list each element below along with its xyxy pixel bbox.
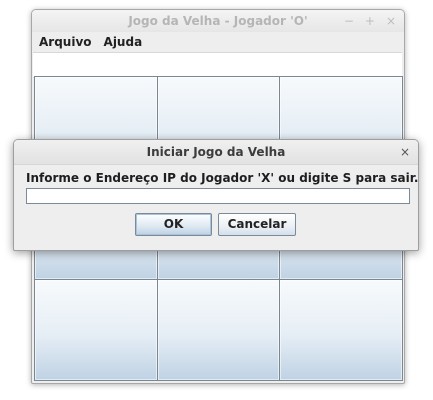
board-cell-8[interactable] (157, 279, 280, 380)
board-cell-7[interactable] (35, 279, 157, 380)
window-controls: − + × (344, 10, 396, 32)
close-icon[interactable]: × (386, 10, 396, 32)
minimize-icon[interactable]: − (344, 10, 354, 32)
menu-bar: Arquivo Ajuda (32, 32, 404, 52)
maximize-icon[interactable]: + (365, 10, 375, 32)
ok-button[interactable]: OK (135, 213, 212, 236)
dialog-title: Iniciar Jogo da Velha (146, 145, 286, 159)
window-title: Jogo da Velha - Jogador 'O' (128, 14, 308, 28)
menu-ajuda[interactable]: Ajuda (98, 32, 149, 52)
dialog-titlebar[interactable]: Iniciar Jogo da Velha × (14, 140, 418, 165)
status-field (33, 52, 402, 78)
start-game-dialog: Iniciar Jogo da Velha × Informe o Endere… (13, 139, 419, 251)
dialog-message: Informe o Endereço IP do Jogador 'X' ou … (26, 171, 419, 185)
cancel-button[interactable]: Cancelar (218, 213, 296, 236)
dialog-close-icon[interactable]: × (400, 140, 410, 164)
main-titlebar[interactable]: Jogo da Velha - Jogador 'O' − + × (32, 10, 404, 32)
ip-address-input[interactable] (26, 188, 410, 204)
menu-arquivo[interactable]: Arquivo (32, 32, 98, 52)
board-cell-9[interactable] (280, 279, 402, 380)
